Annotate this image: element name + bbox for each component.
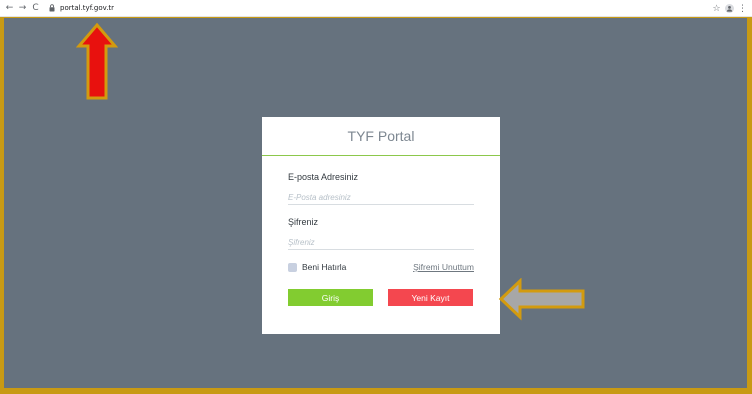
forward-arrow-icon[interactable]: → bbox=[16, 0, 29, 17]
password-label: Şifreniz bbox=[288, 217, 319, 227]
email-input[interactable] bbox=[288, 190, 474, 205]
reload-icon[interactable]: C bbox=[29, 0, 42, 17]
red-up-arrow-icon bbox=[76, 22, 118, 100]
remember-me-checkbox[interactable] bbox=[288, 262, 297, 272]
address-bar-url[interactable]: portal.tyf.gov.tr bbox=[60, 4, 114, 12]
kebab-menu-icon[interactable]: ⋮ bbox=[736, 0, 749, 17]
login-button[interactable]: Giriş bbox=[288, 289, 373, 306]
email-label: E-posta Adresiniz bbox=[288, 172, 359, 182]
forgot-password-link[interactable]: Şifremi Unuttum bbox=[413, 262, 474, 272]
browser-toolbar: ← → C portal.tyf.gov.tr ☆ ⋮ bbox=[0, 0, 752, 17]
profile-avatar-icon[interactable] bbox=[725, 4, 734, 13]
lock-icon[interactable] bbox=[48, 4, 55, 13]
remember-me-label[interactable]: Beni Hatırla bbox=[302, 262, 346, 272]
login-card: TYF Portal E-posta Adresiniz Şifreniz Be… bbox=[262, 117, 500, 334]
register-button[interactable]: Yeni Kayıt bbox=[388, 289, 473, 306]
gray-left-arrow-icon bbox=[498, 278, 585, 321]
login-card-title: TYF Portal bbox=[262, 117, 500, 156]
back-arrow-icon[interactable]: ← bbox=[3, 0, 16, 17]
bookmark-star-icon[interactable]: ☆ bbox=[710, 0, 723, 17]
password-input[interactable] bbox=[288, 235, 474, 250]
browser-actions: ☆ ⋮ bbox=[710, 0, 749, 17]
remember-me: Beni Hatırla bbox=[288, 262, 346, 272]
